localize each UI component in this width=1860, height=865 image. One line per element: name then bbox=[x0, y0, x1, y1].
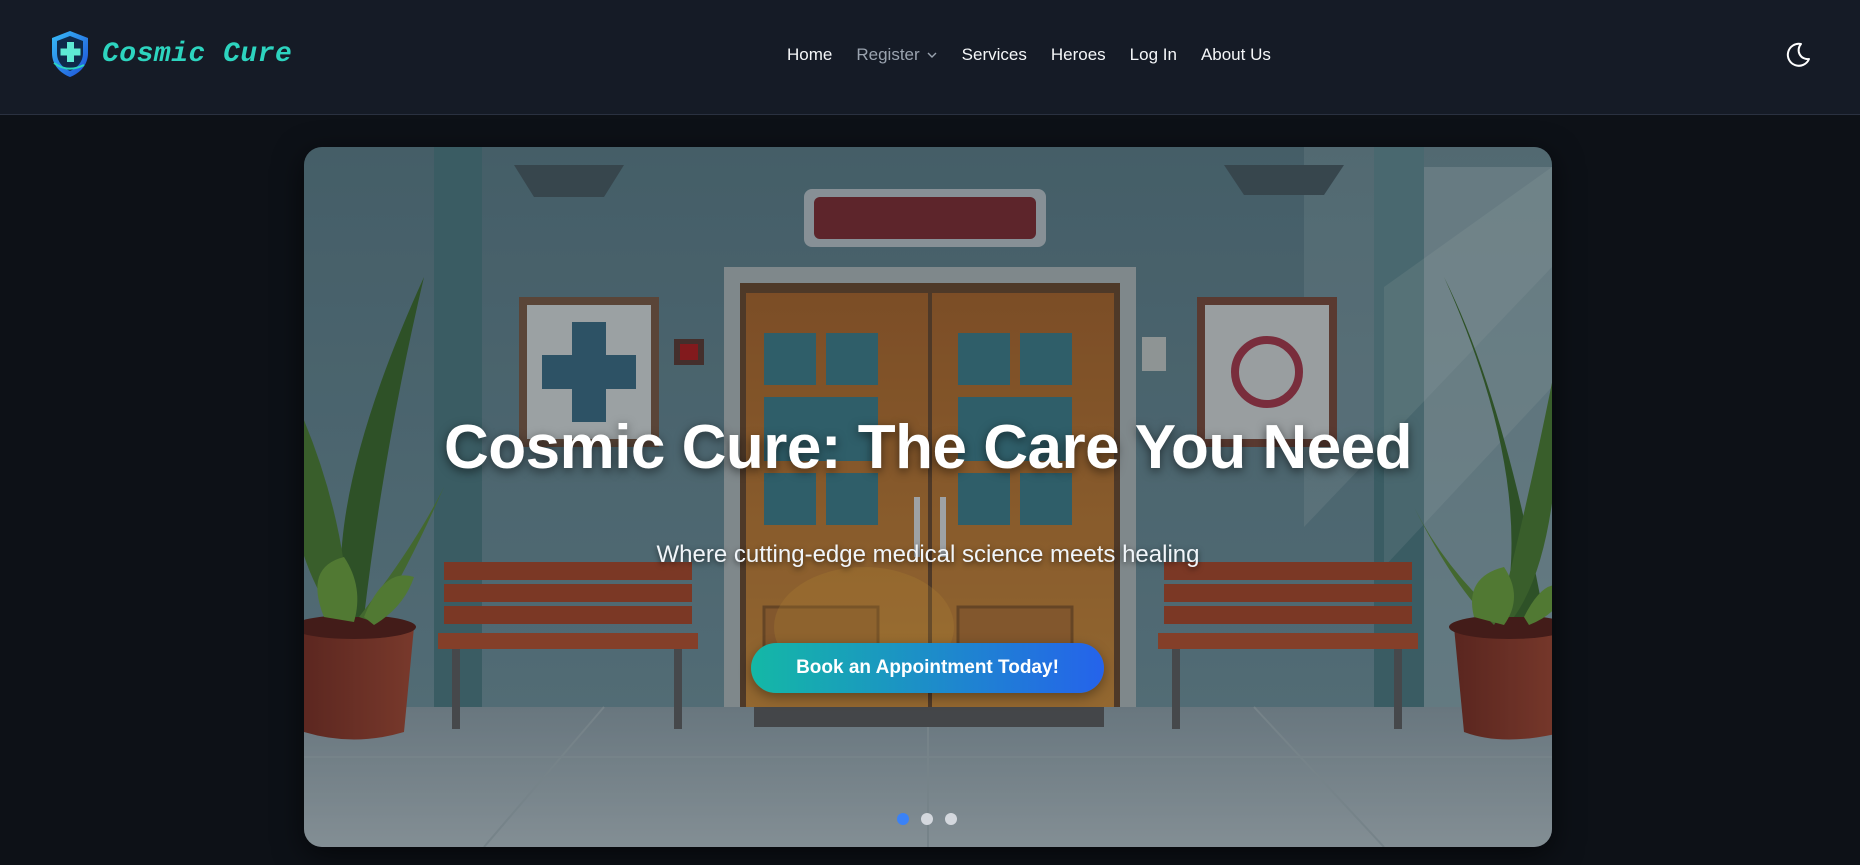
nav-login[interactable]: Log In bbox=[1130, 45, 1177, 65]
book-appointment-button[interactable]: Book an Appointment Today! bbox=[751, 643, 1104, 693]
moon-icon[interactable] bbox=[1782, 40, 1812, 70]
brand-home-link[interactable]: Cosmic Cure bbox=[48, 28, 292, 80]
main-nav: Home Register Services Heroes Log In Abo… bbox=[787, 40, 1271, 70]
nav-register-label: Register bbox=[856, 45, 920, 64]
nav-services[interactable]: Services bbox=[962, 45, 1027, 65]
nav-home[interactable]: Home bbox=[787, 45, 832, 65]
hero-carousel: Cosmic Cure: The Care You Need Where cut… bbox=[304, 147, 1552, 847]
hero-title: Cosmic Cure: The Care You Need bbox=[443, 413, 1413, 482]
hero-subtitle: Where cutting-edge medical science meets… bbox=[656, 541, 1200, 568]
carousel-indicators bbox=[897, 813, 957, 825]
carousel-dot-2[interactable] bbox=[921, 813, 933, 825]
chevron-down-icon bbox=[927, 52, 937, 58]
nav-heroes[interactable]: Heroes bbox=[1051, 45, 1106, 65]
carousel-dot-1[interactable] bbox=[897, 813, 909, 825]
nav-register-dropdown[interactable]: Register bbox=[856, 45, 937, 65]
navbar: Cosmic Cure Home Register Services Heroe… bbox=[0, 0, 1860, 115]
nav-about-us[interactable]: About Us bbox=[1201, 45, 1271, 65]
hero-overlay bbox=[304, 147, 1552, 847]
brand-name: Cosmic Cure bbox=[102, 38, 293, 70]
carousel-dot-3[interactable] bbox=[945, 813, 957, 825]
shield-cross-icon bbox=[52, 31, 88, 77]
